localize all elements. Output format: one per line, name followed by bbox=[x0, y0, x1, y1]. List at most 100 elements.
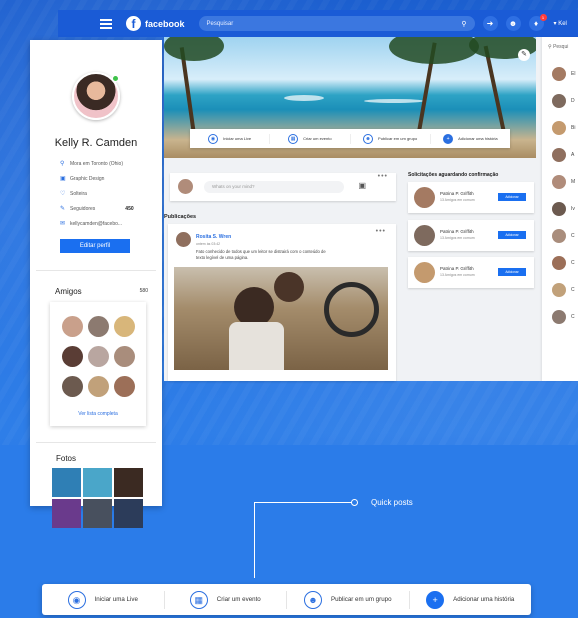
contact-avatar[interactable] bbox=[552, 202, 566, 216]
photos-grid bbox=[52, 468, 143, 528]
see-all-friends-link[interactable]: Ver lista completa bbox=[50, 411, 146, 417]
post-time: ontem às 03:42 bbox=[196, 242, 221, 246]
contact-name[interactable]: Iv bbox=[571, 206, 575, 212]
photo-thumbnail[interactable] bbox=[83, 499, 112, 528]
followers-icon: ✎ bbox=[60, 206, 66, 212]
messenger-icon[interactable]: ➜ bbox=[482, 16, 498, 31]
contact-avatar[interactable] bbox=[552, 121, 566, 135]
profile-info-list: ⚲ Mora em Toronto (Ohio) ▣ Graphic Desig… bbox=[60, 156, 134, 231]
followers-count: 450 bbox=[125, 205, 134, 212]
friend-avatar[interactable] bbox=[62, 346, 83, 367]
contacts-search[interactable]: ⚲ Pesqui bbox=[548, 44, 568, 50]
contact-avatar[interactable] bbox=[552, 256, 566, 270]
callout-line bbox=[254, 502, 354, 503]
contact-avatar[interactable] bbox=[552, 148, 566, 162]
friend-avatar[interactable] bbox=[88, 376, 109, 397]
photo-thumbnail[interactable] bbox=[83, 468, 112, 497]
composer-input[interactable]: Whats on your mind? bbox=[204, 181, 344, 193]
avatar[interactable] bbox=[178, 179, 193, 194]
avatar[interactable] bbox=[414, 262, 435, 283]
quick-action-group[interactable]: ☻ Publicar em um grupo bbox=[351, 133, 431, 144]
avatar[interactable] bbox=[414, 225, 435, 246]
add-friend-button[interactable]: Adicionar bbox=[498, 268, 526, 276]
contact-name[interactable]: C bbox=[571, 314, 575, 320]
friend-avatar[interactable] bbox=[88, 346, 109, 367]
request-mutual: 13 Amigos em comum bbox=[440, 273, 475, 277]
contact-name[interactable]: El bbox=[571, 71, 575, 77]
request-name[interactable]: Patrina P. Griffith bbox=[440, 229, 474, 234]
friend-request-card: Patrina P. Griffith 13 Amigos em comum A… bbox=[408, 257, 534, 288]
contact-avatar[interactable] bbox=[552, 67, 566, 81]
contact-avatar[interactable] bbox=[552, 175, 566, 189]
friend-avatar[interactable] bbox=[62, 316, 83, 337]
quick-action-group[interactable]: ☻ Publicar em um grupo bbox=[287, 590, 410, 609]
group-icon: ☻ bbox=[303, 590, 322, 609]
quick-actions-bar: ◉ Iniciar uma Live ▦ Criar um evento ☻ P… bbox=[42, 584, 531, 615]
friends-box: Ver lista completa bbox=[50, 302, 146, 426]
photo-thumbnail[interactable] bbox=[52, 468, 81, 497]
add-friend-button[interactable]: Adicionar bbox=[498, 231, 526, 239]
quick-action-live[interactable]: ◉ Iniciar uma Live bbox=[190, 133, 271, 144]
post-image[interactable] bbox=[174, 267, 388, 370]
friend-avatar[interactable] bbox=[114, 316, 135, 337]
friend-avatar[interactable] bbox=[62, 376, 83, 397]
contact-avatar[interactable] bbox=[552, 229, 566, 243]
contact-name[interactable]: C bbox=[571, 260, 575, 266]
photos-title: Fotos bbox=[56, 454, 77, 463]
quick-action-event[interactable]: ▦ Criar um evento bbox=[270, 133, 351, 144]
friends-icon[interactable]: ☻ bbox=[505, 16, 521, 31]
add-friend-button[interactable]: Adicionar bbox=[498, 193, 526, 201]
post-composer: Whats on your mind? ▣ ••• bbox=[170, 173, 396, 201]
user-menu[interactable]: ▾ Kel bbox=[554, 20, 567, 27]
quick-action-live[interactable]: ◉ Iniciar uma Live bbox=[42, 590, 165, 609]
callout-line bbox=[254, 502, 255, 578]
quick-action-event[interactable]: ▦ Criar um evento bbox=[165, 590, 287, 609]
photo-thumbnail[interactable] bbox=[114, 468, 143, 497]
contact-avatar[interactable] bbox=[552, 310, 566, 324]
contact-name[interactable]: D bbox=[571, 98, 575, 104]
avatar[interactable] bbox=[176, 232, 191, 247]
calendar-icon: ▦ bbox=[189, 590, 208, 609]
request-name[interactable]: Patrina P. Griffith bbox=[440, 266, 474, 271]
photo-thumbnail[interactable] bbox=[114, 499, 143, 528]
post-author[interactable]: Rosita S. Wren bbox=[196, 234, 231, 240]
more-options-icon[interactable]: ••• bbox=[378, 173, 388, 180]
user-short-name: Kel bbox=[558, 21, 567, 27]
contact-name[interactable]: C bbox=[571, 287, 575, 293]
contact-name[interactable]: Bi bbox=[571, 125, 575, 131]
avatar[interactable] bbox=[414, 187, 435, 208]
camera-icon[interactable]: ▣ bbox=[358, 181, 366, 190]
profile-name: Kelly R. Camden bbox=[54, 137, 138, 149]
palm-leaves bbox=[389, 37, 479, 64]
callout-label: Quick posts bbox=[371, 498, 413, 507]
image-figure bbox=[234, 287, 274, 327]
notifications-icon[interactable]: ♦ 1 bbox=[528, 14, 547, 31]
search-input[interactable]: Pesquisar ⚲ bbox=[198, 16, 475, 31]
quick-action-story[interactable]: + Adicionar uma história bbox=[431, 133, 510, 144]
divider bbox=[36, 442, 156, 443]
image-figure bbox=[274, 272, 304, 302]
contact-name[interactable]: C bbox=[571, 233, 575, 239]
friend-avatar[interactable] bbox=[88, 316, 109, 337]
plus-icon: + bbox=[443, 133, 454, 144]
plus-icon: + bbox=[426, 590, 445, 609]
info-row-relationship: ♡ Solteira bbox=[60, 190, 87, 198]
friend-avatar[interactable] bbox=[114, 346, 135, 367]
edit-profile-button[interactable]: Editar perfil bbox=[60, 239, 130, 253]
facebook-logo-icon[interactable]: f bbox=[126, 16, 141, 31]
friend-avatar[interactable] bbox=[114, 376, 135, 397]
menu-icon[interactable] bbox=[100, 17, 112, 31]
contact-name[interactable]: A bbox=[571, 152, 574, 158]
divider bbox=[36, 270, 156, 271]
contact-avatar[interactable] bbox=[552, 283, 566, 297]
more-options-icon[interactable]: ••• bbox=[376, 228, 386, 235]
quick-action-story[interactable]: + Adicionar uma história bbox=[410, 590, 532, 609]
contact-name[interactable]: M bbox=[571, 179, 575, 185]
photo-thumbnail[interactable] bbox=[52, 499, 81, 528]
request-name[interactable]: Patrina P. Griffith bbox=[440, 191, 474, 196]
post-text: Fato conhecido de todos que um leitor se… bbox=[196, 249, 326, 260]
requests-title: Solicitações aguardando confirmação bbox=[408, 172, 499, 178]
notification-badge: 1 bbox=[539, 14, 547, 21]
contact-avatar[interactable] bbox=[552, 94, 566, 108]
edit-cover-icon[interactable]: ✎ bbox=[518, 49, 530, 61]
